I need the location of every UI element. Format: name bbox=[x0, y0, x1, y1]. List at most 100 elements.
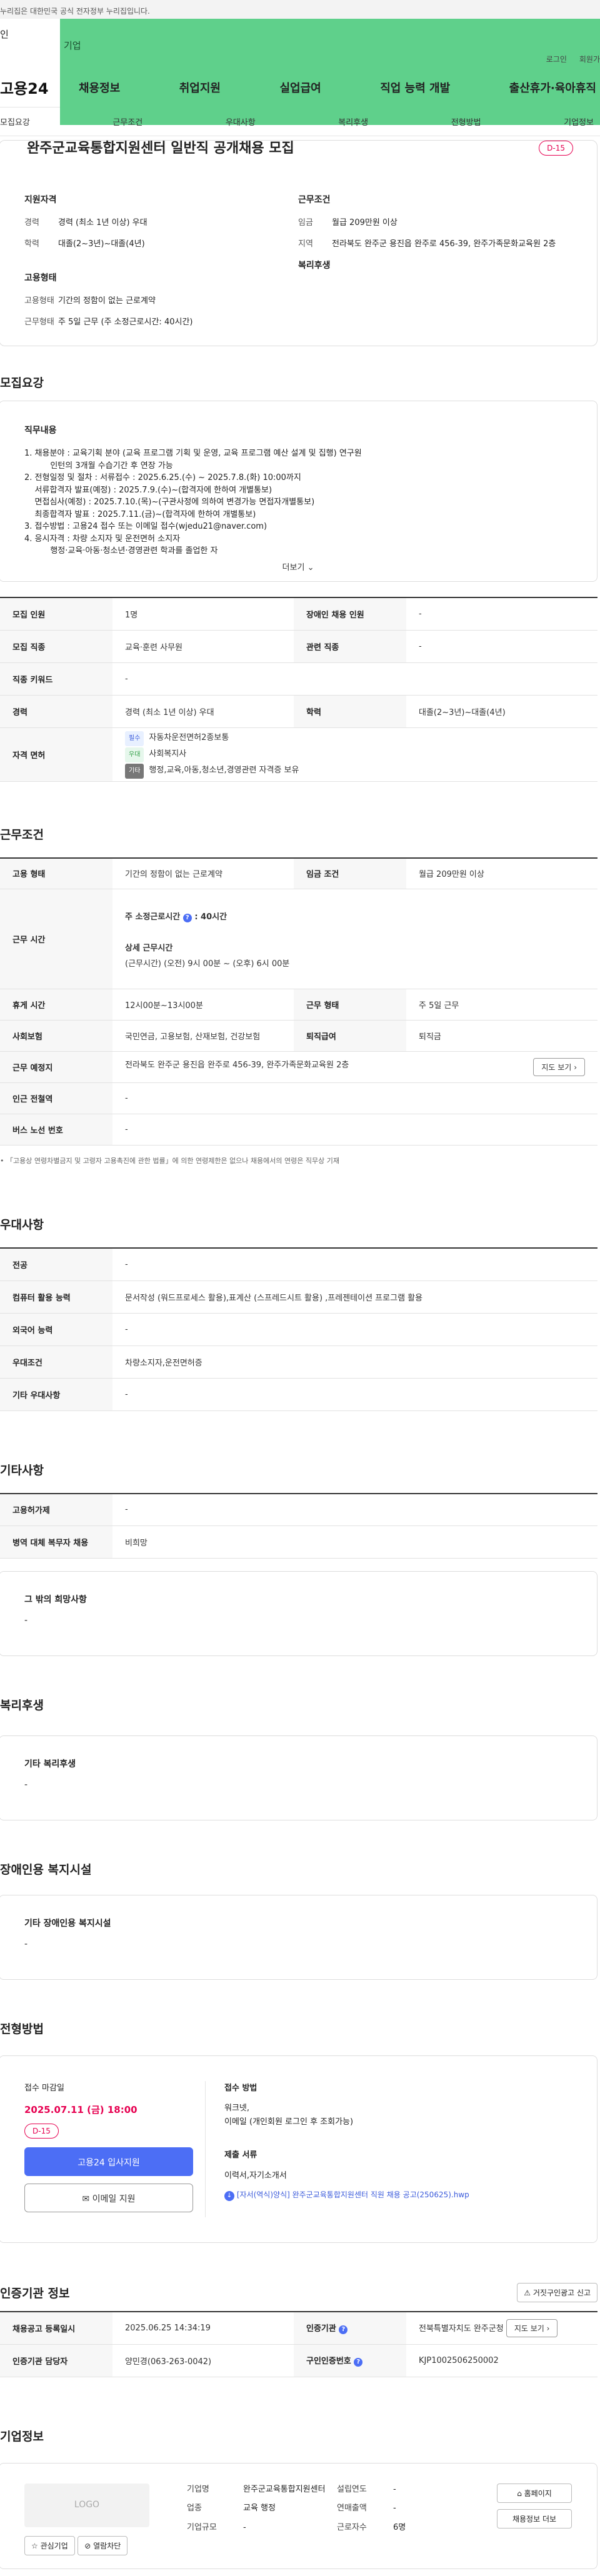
keyword-key: 직종 키워드 bbox=[0, 662, 112, 696]
reg-key: 채용공고 등록일시 bbox=[0, 2312, 112, 2345]
career-value: 경력 (최소 1년 이상) 우대 bbox=[58, 218, 148, 227]
hours-week-label: 주 소정근로시간 bbox=[125, 912, 181, 922]
break-value: 12시00분~13시00분 bbox=[112, 989, 294, 1021]
major-value: - bbox=[112, 1248, 598, 1281]
org-map-button[interactable]: 지도 보기 › bbox=[506, 2319, 558, 2337]
manager-value: 양민경(063-263-0042) bbox=[112, 2344, 294, 2377]
employees-value: 6명 bbox=[393, 2523, 406, 2533]
emptype-value: 기간의 정함이 없는 근로계약 bbox=[58, 296, 156, 306]
pref-table: 전공 - 컴퓨터 활용 능력 문서작성 (워드프로세스 활용),표계산 (스프레드시… bbox=[0, 1247, 598, 1411]
break-key: 휴게 시간 bbox=[0, 989, 112, 1021]
edu-row-value: 대졸(2~3년)~대졸(4년) bbox=[406, 695, 598, 728]
apply-button[interactable]: 고용24 입사지원 bbox=[24, 2147, 193, 2176]
job-key: 모집 직종 bbox=[0, 630, 112, 663]
signup-link[interactable]: 회원가 bbox=[579, 54, 600, 67]
homepage-button[interactable]: ⌂ 홈페이지 bbox=[497, 2483, 572, 2503]
gnb-item-jobs[interactable]: 채용정보 bbox=[79, 79, 120, 96]
attachment-link[interactable]: ↓ [자서(역식)양식] 완주군교육통합지원센터 직원 채용 공고(250625… bbox=[224, 2189, 572, 2202]
related-key: 관련 직종 bbox=[294, 630, 406, 663]
duty-text: 1. 채용분야 : 교육기획 분야 (교육 프로그램 기획 및 운영, 교육 프… bbox=[24, 449, 362, 556]
gnb-item-leave[interactable]: 출산휴가·육아휴직 bbox=[509, 79, 596, 96]
company-box: LOGO ☆ 관심기업 ⊘ 열람차단 기업명 완주군교육통합지원센터 업종 교육 행… bbox=[0, 2462, 598, 2569]
work-section-title: 근무조건 bbox=[0, 827, 44, 842]
favorite-company-button[interactable]: ☆ 관심기업 bbox=[24, 2535, 75, 2555]
block-company-button[interactable]: ⊘ 열람차단 bbox=[78, 2535, 128, 2555]
company-jobs-button[interactable]: 채용정보 더보 bbox=[497, 2509, 572, 2529]
insurance-key: 사회보험 bbox=[0, 1020, 112, 1052]
anchor-work[interactable]: 근무조건 bbox=[112, 116, 142, 127]
anchor-company[interactable]: 기업정보 bbox=[564, 116, 594, 127]
gnb-item-employment-support[interactable]: 취업지원 bbox=[179, 79, 221, 96]
home-icon: ⌂ bbox=[517, 2489, 522, 2498]
license-key: 자격 면허 bbox=[0, 727, 112, 782]
info-icon[interactable]: ? bbox=[182, 913, 192, 922]
method-value-1: 워크넷, bbox=[224, 2104, 250, 2113]
other-table: 고용허가제 - 병역 대체 복무자 채용 비희망 bbox=[0, 1492, 598, 1559]
headcount-key: 모집 인원 bbox=[0, 597, 112, 631]
employees-key: 근로자수 bbox=[337, 2523, 367, 2533]
disability-box: 기타 장애인용 복지시설 - bbox=[0, 1895, 598, 1980]
company-name-key: 기업명 bbox=[187, 2484, 209, 2494]
retire-key: 퇴직급여 bbox=[294, 1020, 406, 1052]
recruit-table: 모집 인원 1명 장애인 채용 인원 - 모집 직종 교육·훈련 사무원 관련 직종 - 직… bbox=[0, 597, 598, 782]
download-icon: ↓ bbox=[224, 2191, 234, 2202]
gov-notice-text: 누리집은 대한민국 공식 전자정부 누리집입니다. bbox=[0, 7, 150, 16]
permit-key: 고용허가제 bbox=[0, 1493, 112, 1526]
disabled-value: - bbox=[406, 597, 598, 631]
chevron-right-icon: › bbox=[574, 1063, 577, 1072]
gnb-item-unemployment[interactable]: 실업급여 bbox=[280, 79, 321, 96]
wage-key: 임금 bbox=[298, 218, 313, 227]
anchor-process[interactable]: 전형방법 bbox=[451, 116, 481, 127]
welfare-value: - bbox=[24, 1780, 28, 1790]
dday-badge: D-15 bbox=[539, 141, 573, 156]
tab-personal[interactable]: 인 bbox=[0, 19, 61, 47]
disability-box-heading: 기타 장애인용 복지시설 bbox=[24, 1919, 111, 1929]
age-note: • 「고용상 연령차별금지 및 고령자 고용촉진에 관한 법률」에 의한 연령제… bbox=[0, 1157, 339, 1165]
cert-section-title: 인증기관 정보 bbox=[0, 2287, 70, 2300]
deadline-label: 접수 마감일 bbox=[24, 2084, 64, 2093]
license-item: 자동차운전면허2종보통 bbox=[149, 733, 229, 742]
process-section-title: 전형방법 bbox=[0, 2022, 44, 2036]
anchor-recruit[interactable]: 모집요강 bbox=[0, 116, 30, 127]
related-value: - bbox=[406, 630, 598, 663]
process-dday-badge: D-15 bbox=[24, 2124, 59, 2139]
map-button[interactable]: 지도 보기 › bbox=[533, 1058, 585, 1076]
site-logo[interactable]: 고용24 bbox=[0, 76, 69, 98]
hours-week-value: : 40시간 bbox=[194, 912, 228, 922]
report-button[interactable]: ⚠ 거짓구인광고 신고 bbox=[517, 2283, 598, 2302]
info-icon[interactable]: ? bbox=[354, 2358, 363, 2367]
founded-value: - bbox=[393, 2484, 396, 2494]
duty-box: 직무내용 1. 채용분야 : 교육기획 분야 (교육 프로그램 기획 및 운영,… bbox=[0, 401, 598, 582]
wage-row-key: 임금 조건 bbox=[294, 857, 406, 889]
cert-id-value: KJP1002506250002 bbox=[406, 2344, 598, 2377]
lang-value: - bbox=[112, 1313, 598, 1346]
anchor-welfare[interactable]: 복리후생 bbox=[338, 116, 368, 127]
docs-label: 제출 서류 bbox=[224, 2150, 258, 2160]
badge-required: 필수 bbox=[125, 731, 144, 746]
info-icon[interactable]: ? bbox=[339, 2325, 348, 2335]
cert-table: 채용공고 등록일시 2025.06.25 14:34:19 인증기관 ? 전북특별자치… bbox=[0, 2311, 598, 2377]
cond-value: 차량소지자,운전면허증 bbox=[112, 1345, 598, 1379]
login-link[interactable]: 로그인 bbox=[546, 54, 567, 67]
email-apply-button[interactable]: ✉ 이메일 지원 bbox=[24, 2184, 193, 2212]
subway-value: - bbox=[112, 1082, 598, 1114]
job-summary-card: 완주군교육통합지원센터 일반직 공개채용 모집 D-15 지원자격 경력 경력 (… bbox=[0, 140, 598, 346]
worktype-value: 주 5일 근무 (주 소정근로시간: 40시간) bbox=[58, 317, 193, 327]
manager-key: 인증기관 담당자 bbox=[0, 2344, 112, 2377]
wish-value: - bbox=[24, 1615, 28, 1625]
gnb-item-training[interactable]: 직업 능력 개발 bbox=[380, 79, 450, 96]
welfare-heading: 복리후생 bbox=[298, 261, 331, 271]
anchor-pref[interactable]: 우대사항 bbox=[226, 116, 256, 127]
industry-key: 업종 bbox=[187, 2504, 202, 2514]
wage-value: 월급 209만원 이상 bbox=[332, 218, 398, 227]
tab-company[interactable]: 기업 bbox=[60, 19, 600, 125]
pc-value: 문서작성 (워드프로세스 활용),표계산 (스프레드시트 활용) ,프레젠테이션… bbox=[112, 1281, 598, 1314]
pref-etc-key: 기타 우대사항 bbox=[0, 1378, 112, 1411]
summary-grid: 지원자격 경력 경력 (최소 1년 이상) 우대 학력 대졸(2~3년)~대졸(4년… bbox=[24, 193, 572, 337]
more-button[interactable]: 더보기 ⌄ bbox=[0, 561, 597, 572]
industry-value: 교육 행정 bbox=[243, 2504, 276, 2514]
hours-key: 근무 시간 bbox=[0, 889, 112, 989]
emptype-row-value: 기간의 정함이 없는 근로계약 bbox=[112, 857, 294, 889]
place-value: 전라북도 완주군 용진읍 완주로 456-39, 완주가족문화교육원 2층 지도 … bbox=[112, 1051, 598, 1083]
cond-heading: 근무조건 bbox=[298, 195, 331, 205]
